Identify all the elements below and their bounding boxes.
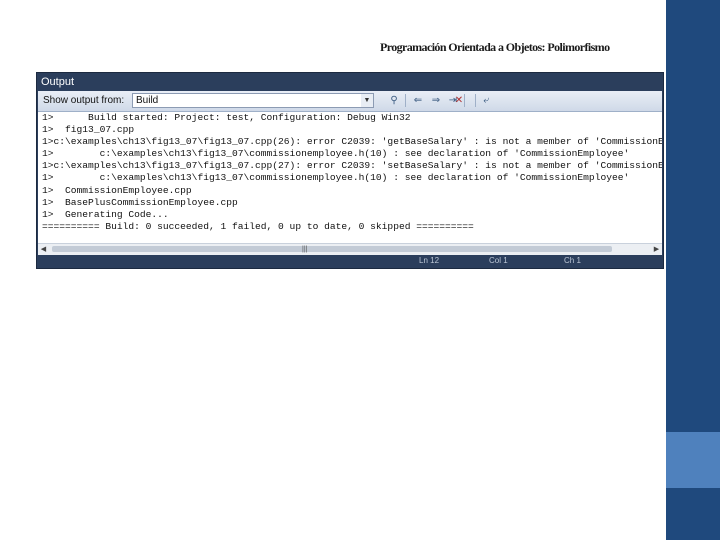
output-line: 1> BasePlusCommissionEmployee.cpp (42, 196, 238, 208)
scrollbar-thumb[interactable]: ||| (52, 246, 612, 253)
slide-title: Programación Orientada a Objetos: Polimo… (380, 40, 610, 54)
next-message-icon[interactable]: ⇒ (428, 93, 444, 108)
output-line: 1> c:\examples\ch13\fig13_07\commissione… (42, 148, 630, 160)
output-text-area[interactable]: 1> Build started: Project: test, Configu… (38, 112, 662, 243)
status-char: Ch 1 (564, 256, 581, 265)
grip-icon: ||| (302, 246, 308, 253)
horizontal-scrollbar[interactable]: ◀ ||| ▶ (38, 243, 662, 255)
side-accent (666, 432, 720, 488)
word-wrap-icon[interactable]: ⤶ (478, 93, 494, 108)
output-line: 1> Generating Code... (42, 208, 169, 220)
status-column: Col 1 (489, 256, 508, 265)
toolbar-separator (475, 94, 476, 107)
output-window: Output Show output from: Build ▼ ⚲ ⇐ ⇒ ⇥… (36, 72, 664, 269)
output-line: 1> Build started: Project: test, Configu… (42, 112, 411, 123)
scroll-right-icon[interactable]: ▶ (651, 244, 662, 255)
find-message-icon[interactable]: ⚲ (386, 93, 402, 108)
output-line: ========== Build: 0 succeeded, 1 failed,… (42, 220, 474, 232)
output-line: 1>c:\examples\ch13\fig13_07\fig13_07.cpp… (42, 136, 662, 148)
output-line: 1> fig13_07.cpp (42, 124, 135, 136)
output-source-value: Build (136, 95, 159, 106)
output-toolbar: Show output from: Build ▼ ⚲ ⇐ ⇒ ⇥ ✕ ⤶ (38, 91, 662, 112)
output-source-select[interactable]: Build ▼ (132, 93, 374, 108)
output-line: 1>c:\examples\ch13\fig13_07\fig13_07.cpp… (42, 160, 662, 172)
status-line: Ln 12 (419, 256, 440, 265)
clear-all-icon[interactable]: ✕ (451, 93, 467, 108)
output-window-title: Output (41, 76, 75, 88)
show-output-label: Show output from: (43, 95, 125, 106)
previous-message-icon[interactable]: ⇐ (410, 93, 426, 108)
chevron-down-icon[interactable]: ▼ (361, 94, 373, 107)
output-line: 1> CommissionEmployee.cpp (42, 184, 192, 196)
scroll-left-icon[interactable]: ◀ (38, 244, 49, 255)
output-line: 1> c:\examples\ch13\fig13_07\commissione… (42, 172, 630, 184)
toolbar-separator (405, 94, 406, 107)
